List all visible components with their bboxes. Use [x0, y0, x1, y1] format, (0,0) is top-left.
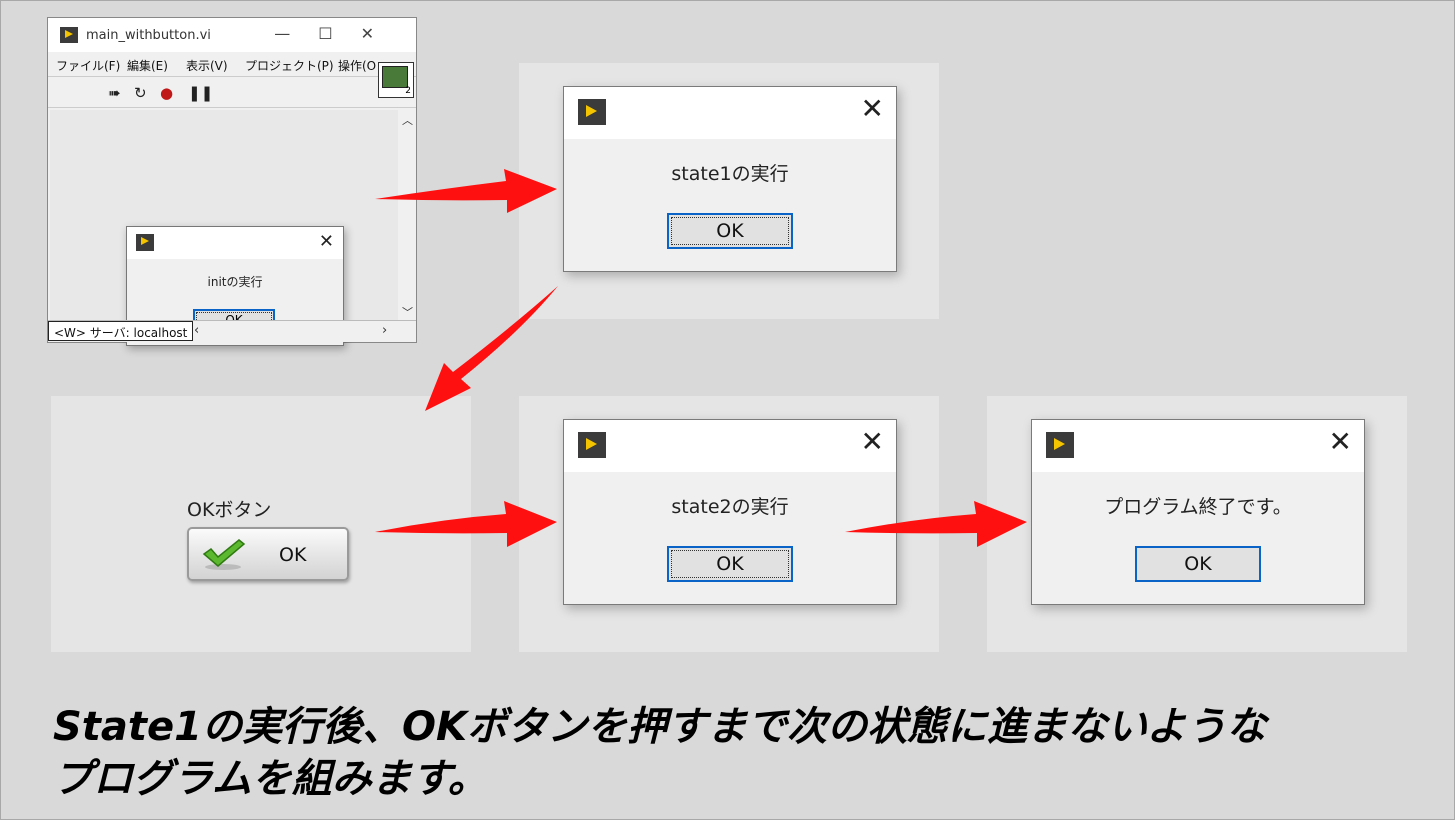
caption-line-2: プログラムを組みます。 — [53, 756, 488, 802]
arrow-init-to-state1 — [375, 169, 557, 213]
arrow-state1-to-okbutton — [425, 286, 558, 411]
caption: State1の実行後、OKボタンを押すまで次の状態に進まないような プログラムを… — [53, 701, 1433, 805]
caption-line-1: State1の実行後、OKボタンを押すまで次の状態に進まないような — [53, 704, 1267, 750]
arrow-state2-to-end — [845, 501, 1027, 547]
flow-arrows — [375, 169, 1027, 547]
arrow-okbutton-to-state2 — [375, 501, 557, 547]
